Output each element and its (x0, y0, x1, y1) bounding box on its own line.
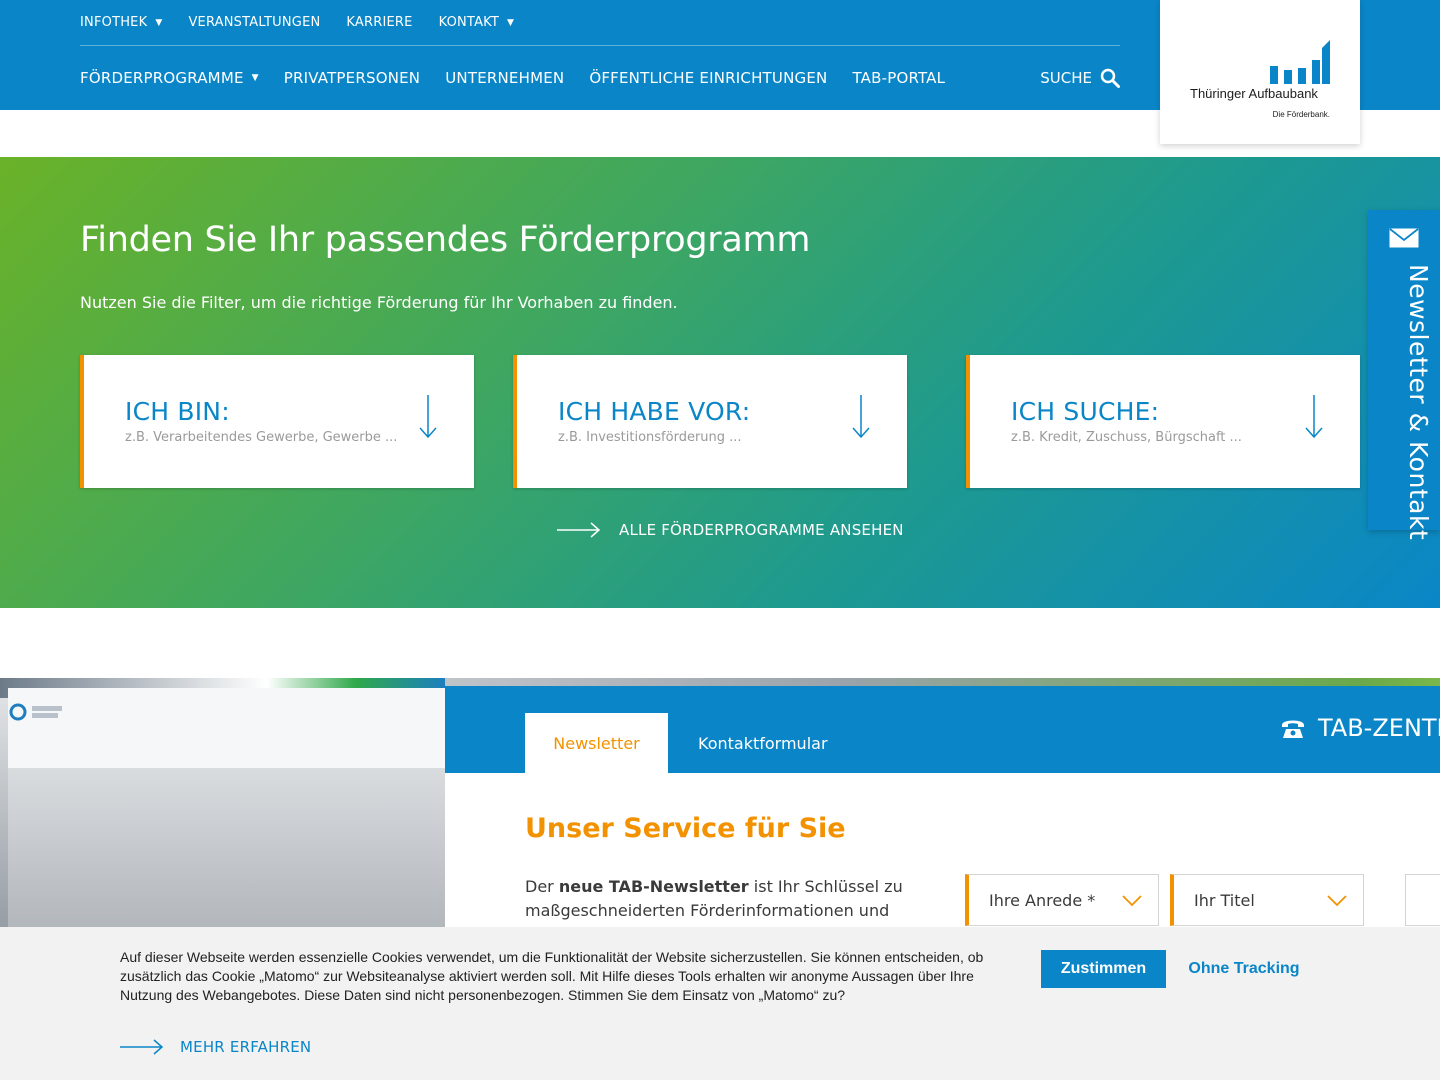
logo-name: Thüringer Aufbaubank (1190, 86, 1318, 101)
nav-veranstaltungen[interactable]: VERANSTALTUNGEN (188, 15, 320, 30)
no-tracking-button[interactable]: Ohne Tracking (1176, 950, 1312, 988)
hero-title: Finden Sie Ihr passendes Förderprogramm (80, 220, 811, 260)
nav-infothek[interactable]: INFOTHEK ▼ (80, 15, 162, 30)
all-programs-link[interactable]: ALLE FÖRDERPROGRAMME ANSEHEN (557, 521, 904, 539)
phone-link[interactable]: TAB-ZENTRALE (1280, 714, 1440, 742)
side-tab-label: Newsletter & Kontakt (1404, 264, 1433, 541)
hero-subtitle: Nutzen Sie die Filter, um die richtige F… (80, 293, 678, 312)
more-info-link[interactable]: MEHR ERFAHREN (120, 1038, 311, 1056)
brand-logo-icon (9, 703, 62, 721)
cookie-text: Auf dieser Webseite werden essenzielle C… (120, 949, 984, 1003)
filter-title: ICH SUCHE: (1011, 397, 1160, 426)
nav-unternehmen[interactable]: UNTERNEHMEN (445, 69, 564, 87)
filter-ich-bin[interactable]: ICH BIN: z.B. Verarbeitendes Gewerbe, Ge… (80, 355, 474, 488)
nav-tab-portal[interactable]: TAB-PORTAL (852, 69, 945, 87)
photo-cabinet (8, 688, 445, 768)
phone-icon (1282, 720, 1304, 738)
hero-section: Finden Sie Ihr passendes Förderprogramm … (0, 157, 1440, 608)
newsletter-title: Unser Service für Sie (525, 813, 846, 844)
filter-ich-habe-vor[interactable]: ICH HABE VOR: z.B. Investitionsförderung… (513, 355, 907, 488)
arrow-right-icon (557, 522, 601, 538)
name-input[interactable] (1405, 874, 1440, 926)
caret-down-icon: ▼ (155, 17, 163, 28)
nav-kontakt[interactable]: KONTAKT ▼ (439, 15, 515, 30)
filter-hint: z.B. Kredit, Zuschuss, Bürgschaft ... (1011, 430, 1242, 445)
nav-privatpersonen[interactable]: PRIVATPERSONEN (284, 69, 420, 87)
logo-bars-icon (1270, 40, 1330, 84)
arrow-down-icon (852, 395, 870, 439)
arrow-down-icon (1305, 395, 1323, 439)
arrow-right-icon (120, 1039, 164, 1055)
chevron-down-icon (1122, 895, 1142, 907)
chevron-down-icon (1327, 895, 1347, 907)
newsletter-contact-tab[interactable]: Newsletter & Kontakt (1368, 210, 1440, 540)
nav-foerderprogramme[interactable]: FÖRDERPROGRAMME ▼ (80, 69, 259, 87)
newsletter-text: Der neue TAB-Newsletter ist Ihr Schlüsse… (525, 877, 903, 920)
tab-newsletter[interactable]: Newsletter (525, 713, 668, 773)
nav-karriere[interactable]: KARRIERE (346, 15, 412, 30)
mail-icon (1389, 228, 1419, 248)
logo-tagline: Die Förderbank. (1272, 110, 1330, 119)
caret-down-icon: ▼ (251, 73, 259, 83)
filter-hint: z.B. Verarbeitendes Gewerbe, Gewerbe ... (125, 430, 398, 445)
filter-title: ICH BIN: (125, 397, 230, 426)
filter-ich-suche[interactable]: ICH SUCHE: z.B. Kredit, Zuschuss, Bürgsc… (966, 355, 1360, 488)
search-icon (1100, 68, 1120, 88)
tab-kontaktformular[interactable]: Kontaktformular (698, 713, 828, 773)
logo[interactable]: Thüringer Aufbaubank Die Förderbank. (1160, 0, 1360, 144)
salutation-select[interactable]: Ihre Anrede * (965, 874, 1159, 926)
accept-button[interactable]: Zustimmen (1041, 950, 1166, 988)
filter-hint: z.B. Investitionsförderung ... (558, 430, 742, 445)
nav-oeffentliche-einrichtungen[interactable]: ÖFFENTLICHE EINRICHTUNGEN (589, 69, 827, 87)
search-button[interactable]: SUCHE (1040, 46, 1120, 110)
caret-down-icon: ▼ (507, 17, 515, 28)
filter-title: ICH HABE VOR: (558, 397, 751, 426)
newsletter-header: Newsletter Kontaktformular TAB-ZENTRALE (445, 686, 1440, 773)
cookie-banner: Auf dieser Webseite werden essenzielle C… (0, 927, 1440, 1080)
photo-background-strip (445, 678, 1440, 686)
title-select[interactable]: Ihr Titel (1170, 874, 1364, 926)
top-nav: INFOTHEK ▼ VERANSTALTUNGEN KARRIERE KONT… (80, 0, 1120, 46)
arrow-down-icon (419, 395, 437, 439)
main-nav: FÖRDERPROGRAMME ▼ PRIVATPERSONEN UNTERNE… (80, 46, 1120, 110)
